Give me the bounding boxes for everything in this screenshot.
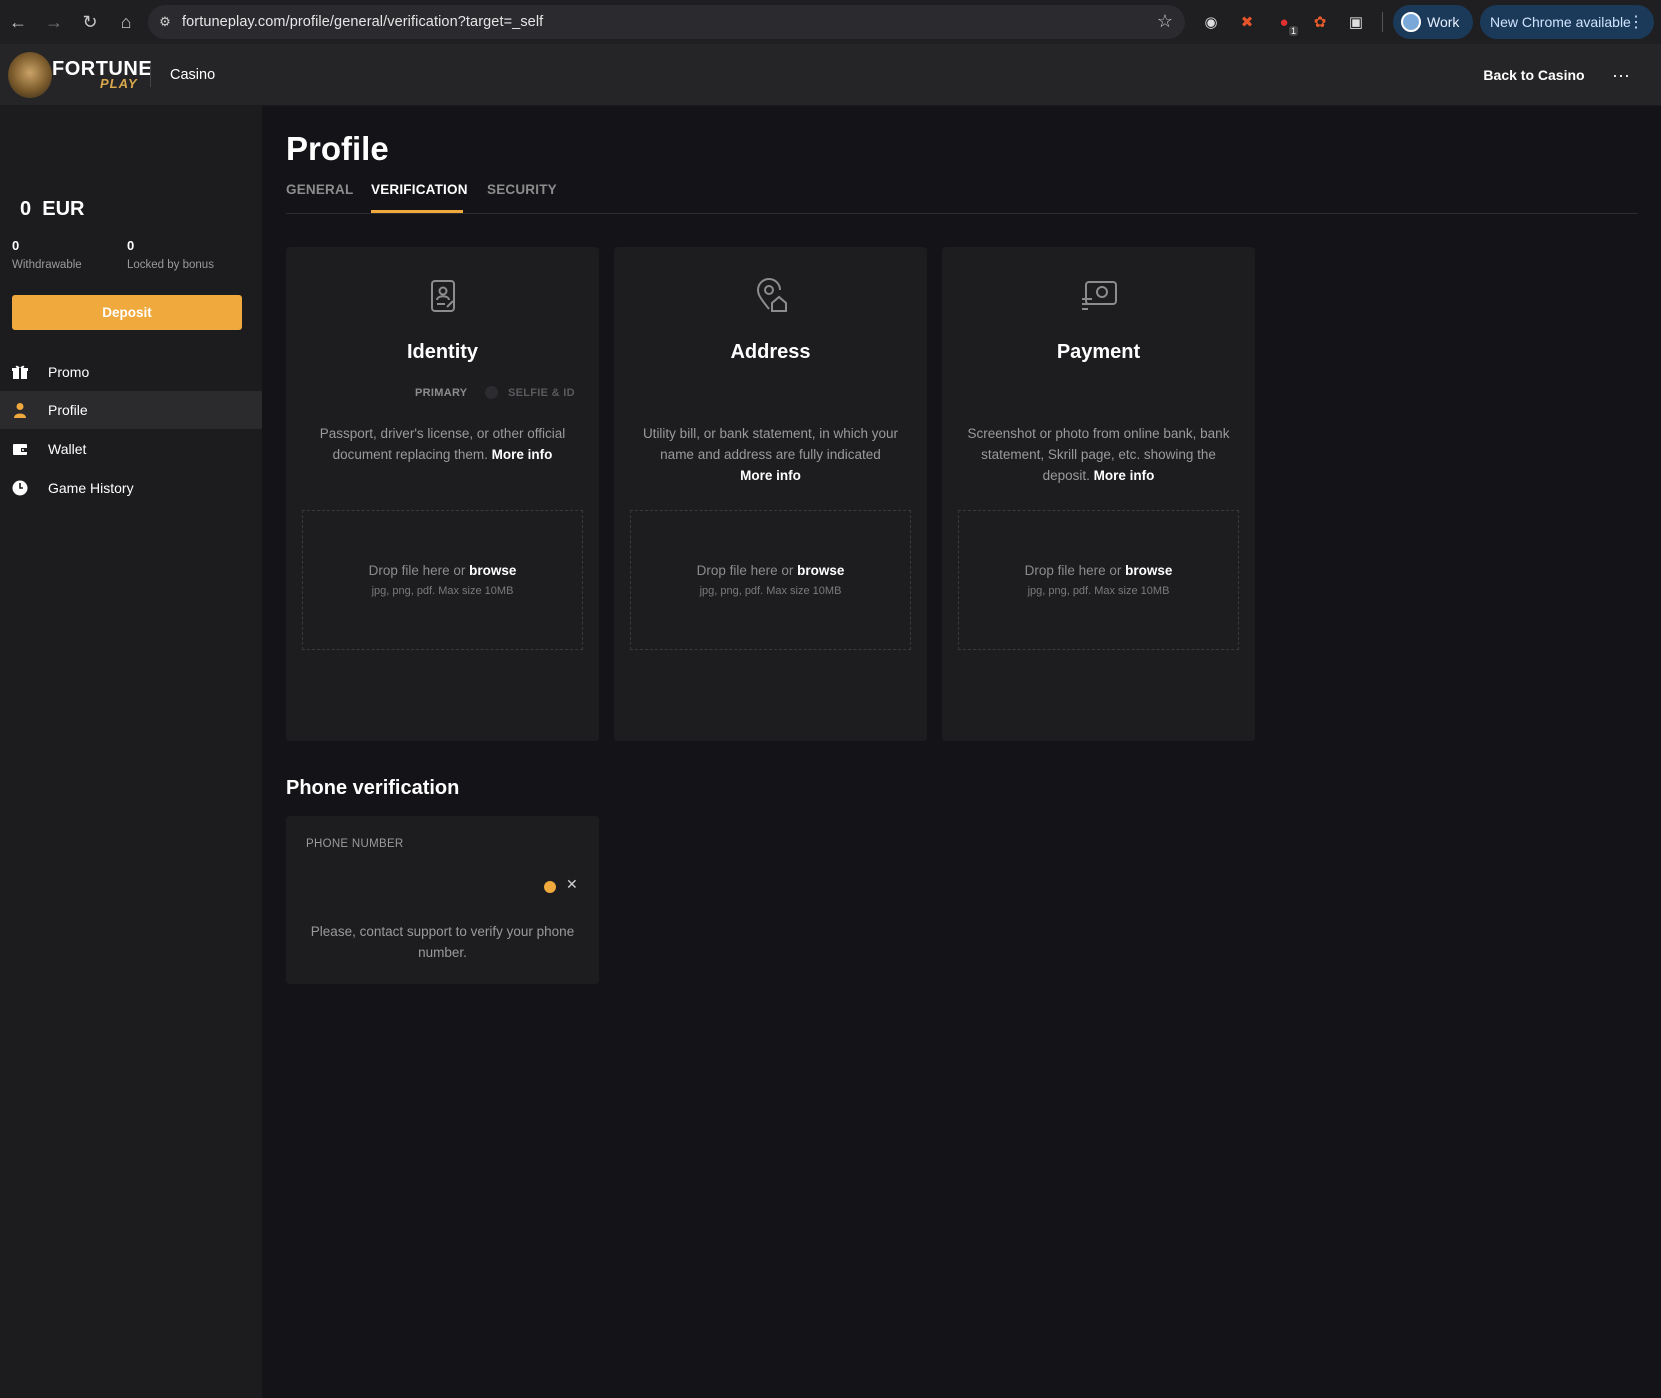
dropzone-text: Drop file here or browse	[303, 563, 582, 578]
url-text[interactable]: fortuneplay.com/profile/general/verifica…	[182, 14, 543, 30]
extensions-puzzle-icon[interactable]: ▣	[1344, 10, 1368, 34]
update-label: New Chrome available	[1490, 14, 1631, 30]
dropzone-text: Drop file here or browse	[959, 563, 1238, 578]
clock-icon	[0, 480, 48, 496]
reload-icon[interactable]: ↻	[72, 0, 108, 44]
locked-block: 0 Locked by bonus	[127, 238, 214, 271]
extension-fox-icon[interactable]: ✿	[1308, 10, 1332, 34]
identity-more-info-link[interactable]: More info	[492, 447, 553, 462]
balance-amount: 0 EUR	[20, 198, 85, 220]
payment-more-info-link[interactable]: More info	[1094, 468, 1155, 483]
extension-globe-icon[interactable]: ◉	[1199, 10, 1223, 34]
header-divider	[150, 65, 151, 87]
address-bar[interactable]: ⚙ fortuneplay.com/profile/general/verifi…	[148, 5, 1185, 39]
extension-badge-count: 1	[1288, 26, 1298, 36]
sidebar: 0 EUR 0 Withdrawable 0 Locked by bonus D…	[0, 106, 262, 1398]
locked-value: 0	[127, 238, 135, 253]
sidebar-item-label: Game History	[48, 480, 134, 496]
identity-toggle[interactable]	[485, 386, 498, 399]
phone-verification-card: PHONE NUMBER ✕ Please, contact support t…	[286, 816, 599, 984]
address-desc-text: Utility bill, or bank statement, in whic…	[642, 426, 899, 462]
locked-label: Locked by bonus	[127, 259, 214, 271]
sidebar-item-wallet[interactable]: Wallet	[0, 430, 262, 468]
identity-description: Passport, driver's license, or other off…	[306, 423, 579, 465]
dropzone-text: Drop file here or browse	[631, 563, 910, 578]
sidebar-item-label: Wallet	[48, 441, 87, 457]
identity-primary-label[interactable]: PRIMARY	[415, 387, 467, 399]
sidebar-item-promo[interactable]: Promo	[0, 353, 262, 391]
page-title: Profile	[286, 130, 389, 167]
close-icon[interactable]: ✕	[566, 876, 578, 893]
pending-clock-icon	[544, 881, 556, 893]
address-more-info-link[interactable]: More info	[740, 468, 801, 483]
payment-dropzone[interactable]: Drop file here or browse jpg, png, pdf. …	[958, 510, 1239, 650]
payment-screen-icon	[1080, 277, 1118, 315]
withdrawable-label: Withdrawable	[12, 259, 82, 271]
home-icon[interactable]: ⌂	[108, 0, 144, 44]
sidebar-item-profile[interactable]: Profile	[0, 391, 262, 429]
back-to-casino-button[interactable]: Back to Casino	[1476, 58, 1592, 92]
toolbar-divider	[1382, 12, 1383, 32]
withdrawable-block: 0 Withdrawable	[12, 238, 82, 271]
identity-card: Identity PRIMARY SELFIE & ID Passport, d…	[286, 247, 599, 741]
extension-cross-icon[interactable]: ✖	[1235, 10, 1259, 34]
drop-label: Drop file here or	[1024, 563, 1122, 578]
tab-general[interactable]: GENERAL	[286, 182, 353, 197]
sidebar-item-label: Promo	[48, 364, 90, 380]
gift-icon	[0, 364, 48, 380]
extension-badge-icon[interactable]: ● 1	[1272, 10, 1298, 36]
site-header: FORTUNE PLAY Casino Back to Casino ···	[0, 44, 1661, 106]
user-icon	[0, 402, 48, 418]
kebab-menu-icon[interactable]: ⋮	[1628, 12, 1644, 32]
tab-verification[interactable]: VERIFICATION	[371, 182, 468, 197]
identity-title: Identity	[406, 341, 479, 363]
lion-logo-icon[interactable]	[8, 52, 52, 98]
id-document-icon	[424, 277, 462, 315]
casino-link[interactable]: Casino	[170, 67, 215, 83]
profile-label: Work	[1427, 14, 1460, 30]
sidebar-item-label: Profile	[48, 402, 88, 418]
chrome-update-button[interactable]: New Chrome available ⋮	[1480, 5, 1654, 39]
phone-support-message: Please, contact support to verify your p…	[310, 924, 575, 960]
profile-tabs: GENERAL VERIFICATION SECURITY	[286, 170, 1638, 214]
forward-arrow-icon[interactable]: →	[36, 0, 72, 44]
dropzone-hint: jpg, png, pdf. Max size 10MB	[371, 585, 514, 597]
phone-verification-title: Phone verification	[286, 777, 460, 799]
identity-selfie-label[interactable]: SELFIE & ID	[508, 387, 575, 399]
address-title: Address	[730, 341, 811, 363]
bookmark-star-icon[interactable]: ☆	[1157, 11, 1173, 32]
profile-chip[interactable]: Work	[1393, 5, 1473, 39]
avatar	[1401, 12, 1421, 32]
browse-link[interactable]: browse	[1125, 563, 1172, 578]
tab-security[interactable]: SECURITY	[487, 182, 557, 197]
identity-dropzone[interactable]: Drop file here or browse jpg, png, pdf. …	[302, 510, 583, 650]
address-card: Address Utility bill, or bank statement,…	[614, 247, 927, 741]
main-content: Profile GENERAL VERIFICATION SECURITY Id…	[262, 106, 1661, 1398]
wallet-icon	[0, 441, 48, 457]
browser-toolbar: ← → ↻ ⌂ ⚙ fortuneplay.com/profile/genera…	[0, 0, 1661, 44]
dropzone-hint: jpg, png, pdf. Max size 10MB	[699, 585, 842, 597]
sidebar-item-game-history[interactable]: Game History	[0, 469, 262, 507]
active-tab-indicator	[371, 210, 463, 213]
dropzone-hint: jpg, png, pdf. Max size 10MB	[1027, 585, 1170, 597]
address-dropzone[interactable]: Drop file here or browse jpg, png, pdf. …	[630, 510, 911, 650]
browse-link[interactable]: browse	[797, 563, 844, 578]
drop-label: Drop file here or	[696, 563, 794, 578]
address-description: Utility bill, or bank statement, in whic…	[634, 423, 907, 486]
payment-card: Payment Screenshot or photo from online …	[942, 247, 1255, 741]
location-home-icon	[752, 277, 790, 315]
logo-subtext: PLAY	[100, 76, 138, 91]
phone-number-label: PHONE NUMBER	[306, 838, 404, 850]
site-settings-icon[interactable]: ⚙	[148, 5, 182, 39]
withdrawable-value: 0	[12, 238, 20, 253]
payment-description: Screenshot or photo from online bank, ba…	[962, 423, 1235, 486]
payment-title: Payment	[1056, 341, 1141, 363]
deposit-button[interactable]: Deposit	[12, 295, 242, 330]
back-arrow-icon[interactable]: ←	[0, 0, 36, 44]
browse-link[interactable]: browse	[469, 563, 516, 578]
drop-label: Drop file here or	[368, 563, 466, 578]
more-options-icon[interactable]: ···	[1604, 58, 1638, 92]
